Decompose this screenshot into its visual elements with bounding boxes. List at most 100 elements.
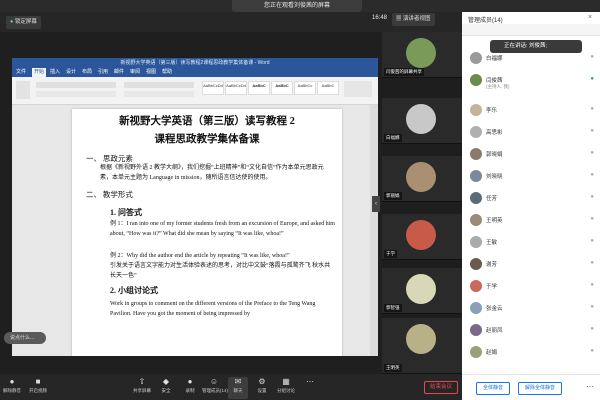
participant-row[interactable]: 闫俊茜 ● xyxy=(462,70,600,90)
style-subtitle[interactable]: AaBbC xyxy=(317,81,339,95)
tab-insert[interactable]: 插入 xyxy=(50,68,60,77)
section-1-body: 根据《新视野外语 2 教学大纲》，我们挖掘“上班精神”和“文化自信”作为本单元思… xyxy=(100,165,324,181)
tab-home[interactable]: 开始 xyxy=(32,68,47,77)
participants-search[interactable] xyxy=(462,24,600,36)
close-icon[interactable]: × xyxy=(588,14,592,21)
tab-review[interactable]: 审阅 xyxy=(130,68,140,77)
mic-icon[interactable]: ● xyxy=(590,128,594,134)
font-controls[interactable] xyxy=(36,82,116,88)
more-button[interactable]: ⋯ xyxy=(300,377,320,399)
avatar xyxy=(470,192,482,204)
video-tile[interactable]: 白福娜 xyxy=(382,98,462,144)
participant-row[interactable]: 张金云 ● xyxy=(462,298,600,318)
video-tile[interactable]: 郭丽娟 xyxy=(382,156,462,202)
panel-footer: 全体静音 解除全体静音 ⋯ xyxy=(462,374,600,400)
style-no-spacing[interactable]: AaBbCcDd xyxy=(225,81,247,95)
video-tile[interactable]: 于学 xyxy=(382,214,462,260)
avatar xyxy=(470,148,482,160)
end-meeting-button[interactable]: 结束会议 xyxy=(424,381,458,394)
shield-icon: ◆ xyxy=(162,377,170,386)
breakout-button[interactable]: ▦ 分组讨论 xyxy=(276,377,296,399)
alignment-controls[interactable] xyxy=(124,91,194,97)
font-format-controls[interactable] xyxy=(36,91,116,97)
video-tile[interactable]: 郭智强 xyxy=(382,268,462,314)
tab-design[interactable]: 设计 xyxy=(66,68,76,77)
tab-view[interactable]: 视图 xyxy=(146,68,156,77)
members-button[interactable]: ☺ 管理成员(14) xyxy=(202,377,228,399)
mic-icon[interactable]: ● xyxy=(590,282,594,288)
grid-icon: ▦ xyxy=(396,16,402,22)
avatar xyxy=(406,38,436,68)
settings-button[interactable]: ⚙ 设置 xyxy=(252,377,272,399)
sharing-banner[interactable]: 您正在观看刘俊茜的屏幕 xyxy=(232,0,362,12)
style-heading2[interactable]: AaBbC xyxy=(271,81,293,95)
video-tile[interactable]: 王明英 xyxy=(382,318,462,374)
participant-row[interactable]: 高思彬 ● xyxy=(462,122,600,142)
participant-row[interactable]: 于学 ● xyxy=(462,276,600,296)
participant-row[interactable]: 王明英 ● xyxy=(462,210,600,230)
mic-icon[interactable]: ● xyxy=(590,238,594,244)
style-normal[interactable]: AaBbCcDd xyxy=(202,81,224,95)
participant-row[interactable]: 赵娟 ● xyxy=(462,342,600,362)
mic-icon[interactable]: ● xyxy=(590,76,594,82)
mic-icon[interactable]: ● xyxy=(590,194,594,200)
document-canvas: 新视野大学英语（第三版）读写教程 2 课程思政教学集体备课 一、 思政元素 根据… xyxy=(12,105,378,356)
participant-row[interactable]: 谢芳 ● xyxy=(462,254,600,274)
mic-icon[interactable]: ● xyxy=(590,216,594,222)
mic-icon[interactable]: ● xyxy=(590,260,594,266)
mic-icon[interactable]: ● xyxy=(590,304,594,310)
editing-group[interactable] xyxy=(344,81,372,97)
participant-row[interactable]: 任芳 ● xyxy=(462,188,600,208)
paragraph-controls[interactable] xyxy=(124,82,194,88)
mute-button[interactable]: ● 解除静音 xyxy=(2,377,22,399)
document-page[interactable]: 新视野大学英语（第三版）读写教程 2 课程思政教学集体备课 一、 思政元素 根据… xyxy=(72,109,342,356)
video-button[interactable]: ■ 开启视频 xyxy=(28,377,48,399)
video-tile[interactable]: 闫俊茜的屏幕共享 xyxy=(382,32,462,78)
more-icon: ⋯ xyxy=(306,377,314,386)
host-note: (主持人, 我) xyxy=(486,84,510,89)
unmute-all-button[interactable]: 解除全体静音 xyxy=(518,382,562,395)
mic-icon[interactable]: ● xyxy=(590,172,594,178)
subheading-group: 2. 小组讨论式 xyxy=(110,286,158,295)
mic-icon[interactable]: ● xyxy=(590,348,594,354)
word-title-bar: 新视野大学英语（第三版）读写教程2课程思政教学集体备课 - Word xyxy=(12,58,378,68)
document-scrollbar[interactable] xyxy=(370,105,378,356)
chat-input[interactable]: 说点什么... xyxy=(4,332,46,344)
record-button[interactable]: ● 录制 xyxy=(180,377,200,399)
tab-references[interactable]: 引用 xyxy=(98,68,108,77)
participant-row[interactable]: 王敏 ● xyxy=(462,232,600,252)
participant-row[interactable]: 李乐 ● xyxy=(462,100,600,120)
style-title[interactable]: AaBbCc xyxy=(294,81,316,95)
paste-icon[interactable] xyxy=(16,81,30,99)
tab-file[interactable]: 文件 xyxy=(16,68,26,77)
tab-mailings[interactable]: 邮件 xyxy=(114,68,124,77)
security-button[interactable]: ◆ 安全 xyxy=(156,377,176,399)
gear-icon: ⚙ xyxy=(258,377,266,386)
chat-button[interactable]: ✉ 聊天 xyxy=(228,377,248,399)
tab-help[interactable]: 帮助 xyxy=(162,68,172,77)
lock-screen-badge[interactable]: ● 锁定屏幕 xyxy=(6,16,41,29)
example-1: 例 1：I ran into one of my former students… xyxy=(110,221,335,237)
more-icon[interactable]: ⋯ xyxy=(586,382,594,391)
tab-layout[interactable]: 布局 xyxy=(82,68,92,77)
participant-row[interactable]: 刘晓晓 ● xyxy=(462,166,600,186)
participant-row[interactable]: 赵丽凤 ● xyxy=(462,320,600,340)
doc-title: 新视野大学英语（第三版）读写教程 2 xyxy=(119,116,295,127)
video-tile-name: 王明英 xyxy=(384,364,402,372)
presenter-view-button[interactable]: ▦ 演讲者视图 xyxy=(392,13,435,26)
avatar xyxy=(470,52,482,64)
mic-icon[interactable]: ● xyxy=(590,150,594,156)
share-screen-button[interactable]: ⇧ 共享屏幕 xyxy=(132,377,152,399)
word-window: 新视野大学英语（第三版）读写教程2课程思政教学集体备课 - Word 文件 开始… xyxy=(12,58,378,356)
participant-row[interactable]: 郭晓娟 ● xyxy=(462,144,600,164)
avatar xyxy=(470,302,482,314)
lock-icon: ● xyxy=(10,19,14,25)
collapse-video-button[interactable]: ‹ xyxy=(372,196,380,212)
mic-icon[interactable]: ● xyxy=(590,326,594,332)
video-tiles-column: 闫俊茜的屏幕共享 白福娜 郭丽娟 于学 郭智强 王明英 xyxy=(382,32,462,374)
example-2: 例 2：Why did the author end the article b… xyxy=(110,253,290,259)
mic-icon[interactable]: ● xyxy=(590,54,594,60)
mute-all-button[interactable]: 全体静音 xyxy=(476,382,510,395)
style-heading1[interactable]: AaBbC xyxy=(248,81,270,95)
mic-icon[interactable]: ● xyxy=(590,106,594,112)
